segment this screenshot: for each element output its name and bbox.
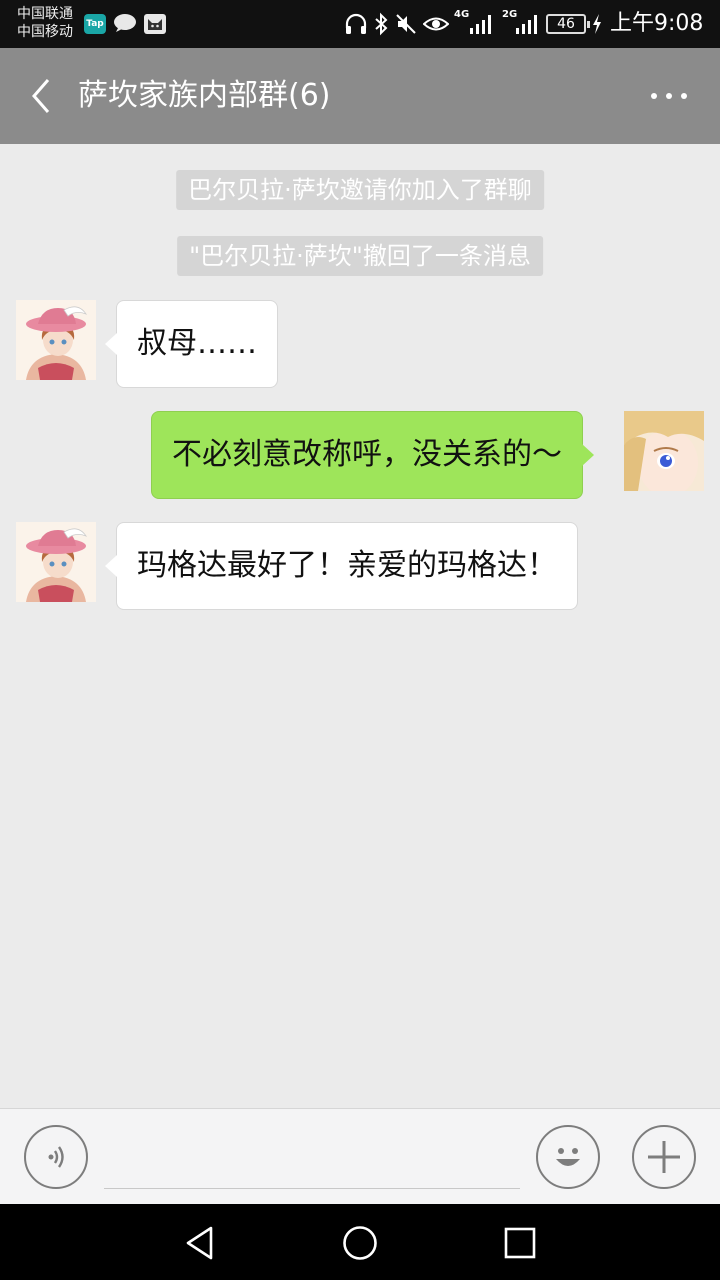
plus-icon (648, 1141, 680, 1173)
network-4g: 4G (454, 10, 469, 38)
chat-header: 萨坎家族内部群(6) (0, 48, 720, 144)
carrier-2: 中国移动 (17, 24, 73, 40)
message-bubble-outgoing[interactable]: 不必刻意改称呼，没关系的～ (151, 411, 594, 499)
tap-icon: Tap (84, 14, 106, 34)
home-circle-icon (343, 1226, 377, 1260)
back-button[interactable] (18, 72, 62, 120)
nav-recents-button[interactable] (495, 1218, 545, 1268)
carrier-1: 中国联通 (17, 6, 73, 22)
emoji-icon (556, 1148, 580, 1166)
voice-button[interactable] (24, 1125, 88, 1189)
voice-icon (48, 1146, 64, 1168)
chat-title: 萨坎家族内部群(6) (78, 78, 331, 113)
charging-icon (591, 10, 603, 38)
network-4g-label: 4G (454, 9, 470, 20)
carrier-names: 中国联通 中国移动 (17, 5, 73, 41)
tap-badge-text: Tap (86, 19, 104, 29)
avatar[interactable] (624, 411, 704, 491)
more-icon (651, 93, 687, 99)
wechat-icon (113, 12, 137, 34)
status-time: 上午9:08 (610, 11, 704, 36)
headphones-icon (344, 10, 368, 38)
status-bar: 中国联通 中国移动 Tap 4G 2G 46 上午9:08 (0, 0, 720, 48)
system-nav-bar (0, 1204, 720, 1280)
bluetooth-icon (373, 10, 389, 38)
cat-icon (144, 14, 166, 34)
battery-icon: 46 (546, 14, 590, 34)
plus-button[interactable] (632, 1125, 696, 1189)
signal-icon (468, 10, 496, 38)
emoji-button[interactable] (536, 1125, 600, 1189)
back-triangle-icon (186, 1226, 213, 1260)
nav-back-button[interactable] (175, 1218, 225, 1268)
message-bubble-incoming[interactable]: 叔母…… (105, 300, 278, 388)
input-bar (0, 1108, 720, 1204)
avatar[interactable] (16, 522, 96, 602)
eye-icon (423, 10, 449, 38)
nav-home-button[interactable] (335, 1218, 385, 1268)
message-bubble-incoming[interactable]: 玛格达最好了！亲爱的玛格达！ (105, 522, 578, 610)
system-notice: 巴尔贝拉·萨坎邀请你加入了群聊 (176, 170, 544, 210)
more-button[interactable] (644, 76, 694, 116)
avatar[interactable] (16, 300, 96, 380)
recents-square-icon (504, 1227, 536, 1259)
message-input[interactable] (104, 1129, 520, 1189)
system-notice: "巴尔贝拉·萨坎"撤回了一条消息 (177, 236, 543, 276)
back-arrow-icon (32, 79, 50, 113)
mute-icon (394, 10, 418, 38)
signal-icon (514, 10, 542, 38)
battery-level: 46 (557, 16, 575, 32)
